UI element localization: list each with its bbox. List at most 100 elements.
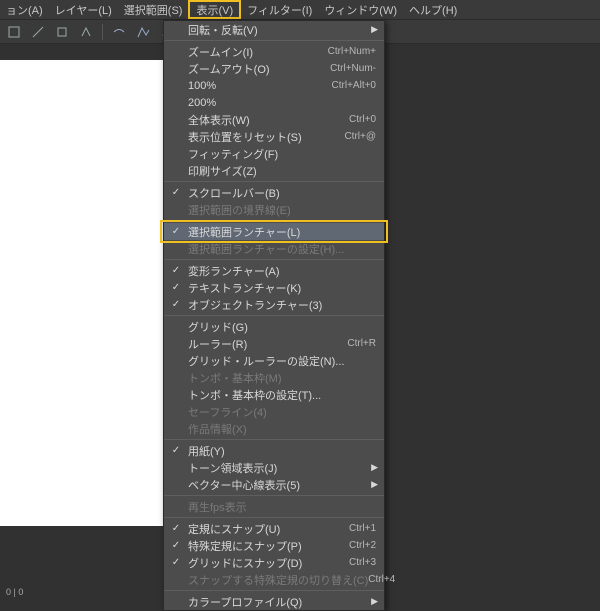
menu-item-label: スナップする特殊定規の切り替え(C) (188, 572, 368, 588)
menu-item: トンボ・基本枠(M) (164, 369, 384, 386)
check-icon: ✓ (170, 226, 182, 237)
tool-icon[interactable] (4, 22, 24, 42)
separator (102, 24, 103, 40)
menu-item: 作品情報(X) (164, 420, 384, 437)
tool-icon[interactable] (52, 22, 72, 42)
menu-item[interactable]: レイヤー(L) (49, 0, 118, 19)
menu-item[interactable]: グリッド・ルーラーの設定(N)... (164, 352, 384, 369)
menu-item[interactable]: 200% (164, 94, 384, 111)
menu-item[interactable]: フィッティング(F) (164, 145, 384, 162)
menu-item-label: 用紙(Y) (188, 443, 376, 459)
status-bar: 0 | 0 (0, 586, 29, 600)
menu-item[interactable]: ズームイン(I)Ctrl+Num+ (164, 43, 384, 60)
menu-item[interactable]: 選択範囲(S) (118, 0, 189, 19)
menu-item[interactable]: 100%Ctrl+Alt+0 (164, 77, 384, 94)
menu-separator (164, 259, 384, 260)
menu-separator (164, 590, 384, 591)
menu-item-label: 印刷サイズ(Z) (188, 163, 376, 179)
chevron-right-icon: ▶ (371, 24, 378, 35)
menu-item: 選択範囲の境界線(E) (164, 201, 384, 218)
menu-item-label: 選択範囲の境界線(E) (188, 202, 376, 218)
menu-item-label: カラープロファイル(Q) (188, 594, 376, 610)
menu-item: 再生fps表示 (164, 498, 384, 515)
menu-item-label: 全体表示(W) (188, 112, 349, 128)
check-icon: ✓ (170, 557, 182, 568)
tool-icon[interactable] (76, 22, 96, 42)
menu-item[interactable]: ルーラー(R)Ctrl+R (164, 335, 384, 352)
tool-icon[interactable] (28, 22, 48, 42)
menu-item[interactable]: ズームアウト(O)Ctrl+Num- (164, 60, 384, 77)
menu-item[interactable]: フィルター(I) (241, 0, 318, 19)
menu-item[interactable]: ヘルプ(H) (403, 0, 463, 19)
menu-item-label: セーフライン(4) (188, 404, 376, 420)
menu-item: スナップする特殊定規の切り替え(C)Ctrl+4 (164, 571, 384, 588)
menu-item[interactable]: トーン領域表示(J)▶ (164, 459, 384, 476)
menu-item-label: グリッドにスナップ(D) (188, 555, 349, 571)
menu-item-label: テキストランチャー(K) (188, 280, 376, 296)
menu-item[interactable]: 印刷サイズ(Z) (164, 162, 384, 179)
menu-item[interactable]: ベクター中心線表示(5)▶ (164, 476, 384, 493)
menu-item-label: スクロールバー(B) (188, 185, 376, 201)
check-icon: ✓ (170, 445, 182, 456)
menu-item-label: ズームアウト(O) (188, 61, 330, 77)
check-icon: ✓ (170, 282, 182, 293)
menu-item[interactable]: ョン(A) (0, 0, 49, 19)
menu-item[interactable]: 表示位置をリセット(S)Ctrl+@ (164, 128, 384, 145)
menu-item[interactable]: ✓ 用紙(Y) (164, 442, 384, 459)
menu-separator (164, 315, 384, 316)
menu-item-label: グリッド(G) (188, 319, 376, 335)
check-icon: ✓ (170, 523, 182, 534)
menu-item: 選択範囲ランチャーの設定(H)... (164, 240, 384, 257)
menu-item-label: トーン領域表示(J) (188, 460, 376, 476)
menu-separator (164, 439, 384, 440)
menu-item-label: オブジェクトランチャー(3) (188, 297, 376, 313)
menu-accelerator: Ctrl+4 (368, 574, 395, 585)
menu-item-label: ズームイン(I) (188, 44, 328, 60)
menu-accelerator: Ctrl+0 (349, 114, 376, 125)
menu-item[interactable]: ✓特殊定規にスナップ(P)Ctrl+2 (164, 537, 384, 554)
chevron-right-icon: ▶ (371, 462, 378, 473)
check-icon: ✓ (170, 299, 182, 310)
menu-accelerator: Ctrl+Num- (330, 63, 376, 74)
tool-icon[interactable] (109, 22, 129, 42)
menu-item[interactable]: ✓ グリッドにスナップ(D)Ctrl+3 (164, 554, 384, 571)
menu-item-label: 変形ランチャー(A) (188, 263, 376, 279)
menu-item-label: 再生fps表示 (188, 499, 376, 515)
menu-item-label: 200% (188, 97, 376, 109)
menu-item[interactable]: ✓ オブジェクトランチャー(3) (164, 296, 384, 313)
menu-separator (164, 220, 384, 221)
check-icon: ✓ (170, 265, 182, 276)
menu-item[interactable]: ✓定規にスナップ(U)Ctrl+1 (164, 520, 384, 537)
menu-item-label: ルーラー(R) (188, 336, 347, 352)
view-menu-dropdown: 回転・反転(V)▶ズームイン(I)Ctrl+Num+ズームアウト(O)Ctrl+… (163, 20, 385, 611)
menu-item-label: 作品情報(X) (188, 421, 376, 437)
menu-item[interactable]: ✓ 変形ランチャー(A) (164, 262, 384, 279)
menu-item[interactable]: ✓選択範囲ランチャー(L) (164, 223, 384, 240)
menu-item[interactable]: 回転・反転(V)▶ (164, 21, 384, 38)
menu-accelerator: Ctrl+Num+ (328, 46, 376, 57)
menu-accelerator: Ctrl+1 (349, 523, 376, 534)
menu-item-label: 特殊定規にスナップ(P) (188, 538, 349, 554)
menu-item[interactable]: トンボ・基本枠の設定(T)... (164, 386, 384, 403)
menu-item[interactable]: グリッド(G) (164, 318, 384, 335)
menu-item[interactable]: カラープロファイル(Q)▶ (164, 593, 384, 610)
menu-item-label: 回転・反転(V) (188, 22, 376, 38)
menu-separator (164, 517, 384, 518)
tool-icon[interactable] (133, 22, 153, 42)
menu-accelerator: Ctrl+3 (349, 557, 376, 568)
menu-item-label: フィッティング(F) (188, 146, 376, 162)
menu-separator (164, 495, 384, 496)
menu-item-label: グリッド・ルーラーの設定(N)... (188, 353, 376, 369)
menu-view[interactable]: 表示(V) (188, 0, 241, 19)
menu-item[interactable]: ウィンドウ(W) (318, 0, 403, 19)
menu-item[interactable]: 全体表示(W)Ctrl+0 (164, 111, 384, 128)
menu-accelerator: Ctrl+R (347, 338, 376, 349)
menu-item-label: トンボ・基本枠の設定(T)... (188, 387, 376, 403)
menu-separator (164, 181, 384, 182)
menu-item-label: 表示位置をリセット(S) (188, 129, 344, 145)
menu-separator (164, 40, 384, 41)
chevron-right-icon: ▶ (371, 596, 378, 607)
menu-item[interactable]: ✓スクロールバー(B) (164, 184, 384, 201)
menu-item[interactable]: ✓ テキストランチャー(K) (164, 279, 384, 296)
menu-accelerator: Ctrl+2 (349, 540, 376, 551)
